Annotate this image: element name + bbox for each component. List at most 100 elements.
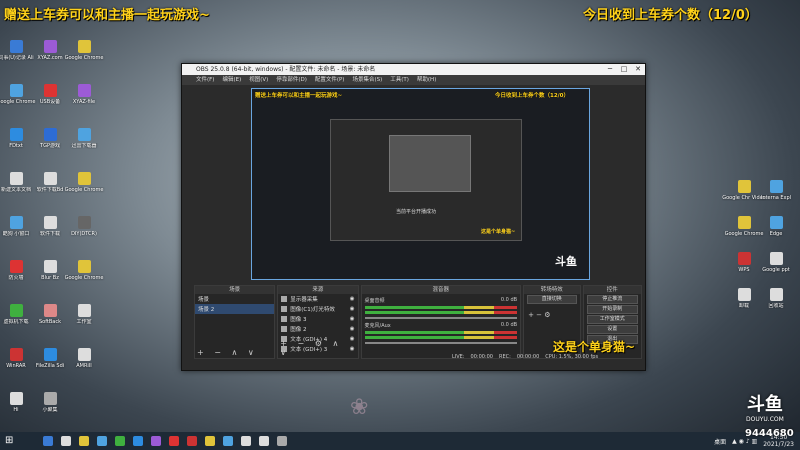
mixer-track-name: 麦克风/Aux (364, 323, 391, 329)
desktop-icon-label: Interna Expl (760, 195, 792, 201)
preview-left-title: 赠送上车券可以和主播一起玩游戏~ (255, 93, 343, 99)
scene-item[interactable]: 场景 2 (195, 304, 275, 314)
volume-slider[interactable] (364, 342, 518, 344)
menu-item[interactable]: 配置文件(P) (315, 75, 345, 85)
app-icon (77, 348, 91, 361)
eye-icon[interactable]: ◉ (350, 306, 355, 312)
source-label: 图像 3 (290, 317, 307, 323)
preview-nested-window (389, 135, 471, 192)
close-button[interactable]: ✕ (631, 64, 645, 75)
taskbar: ⊞ 桌面 ▲ ◉ ♪ ▥ 14:50 2021/7/23 (0, 432, 800, 450)
taskbar-app-icon[interactable] (169, 436, 179, 446)
taskbar-app-icon[interactable] (61, 436, 71, 446)
viewer-count: 9444680 (745, 428, 794, 439)
sources-dock: 来源 显示器采集 ◉ 图像(C1)灯光特效 ◉ 图像 3 ◉ 图像 2 ◉ 文本 (GDI+) … (277, 285, 359, 359)
desktop-icon[interactable]: Google Chrome (62, 40, 106, 61)
source-item[interactable]: 图像(C1)灯光特效 ◉ (278, 304, 357, 314)
volume-slider[interactable] (364, 317, 518, 319)
desktop-icon-label: 工作室 (76, 319, 92, 325)
app-icon (9, 216, 23, 229)
menu-item[interactable]: 工具(T) (390, 75, 409, 85)
desktop-icon[interactable]: 回收站 (754, 288, 798, 309)
taskbar-app-icon[interactable] (115, 436, 125, 446)
menu-item[interactable]: 视图(V) (249, 75, 268, 85)
start-icon[interactable]: ⊞ (5, 436, 15, 446)
sources-toolbar[interactable]: + − ⚙ ∧ ∨ (280, 339, 357, 357)
taskbar-app-icon[interactable] (187, 436, 197, 446)
obs-preview[interactable]: 赠送上车券可以和主播一起玩游戏~ 今日收到上车券个数（12/0） 当前平台开播成… (251, 88, 590, 280)
taskbar-app-icon[interactable] (259, 436, 269, 446)
desktop-icon[interactable]: 工作室 (62, 304, 106, 325)
app-icon (43, 128, 57, 141)
menu-item[interactable]: 编辑(E) (222, 75, 241, 85)
source-item[interactable]: 图像 3 ◉ (278, 314, 357, 324)
desktop-icon[interactable]: DIY(DTCR) (62, 216, 106, 237)
mixer-track: 桌面音频 0.0 dB (364, 297, 518, 319)
taskbar-app-icon[interactable] (241, 436, 251, 446)
taskbar-app-icon[interactable] (151, 436, 161, 446)
app-icon (43, 40, 57, 53)
tray-label[interactable]: 桌面 (714, 437, 726, 446)
scenes-dock: 场景 场景 场景 2 + − ∧ ∨ (194, 285, 276, 359)
preview-right-title: 今日收到上车券个数（12/0） (495, 93, 569, 99)
taskbar-app-icon[interactable] (79, 436, 89, 446)
app-icon (9, 392, 23, 405)
flower-watermark-icon: ❀ (350, 395, 369, 420)
obs-menubar: 文件(F) 编辑(E) 视图(V) 停靠部件(D) 配置文件(P) 场景集合(S) 工具(T… (182, 75, 645, 85)
app-icon (9, 172, 23, 185)
taskbar-app-icon[interactable] (133, 436, 143, 446)
transition-select[interactable]: 直接切换 (527, 295, 577, 304)
transitions-header: 转场特效 (524, 286, 580, 294)
source-item[interactable]: 显示器采集 ◉ (278, 294, 357, 304)
control-button[interactable]: 停止推流 (586, 295, 639, 304)
desktop-icon[interactable]: AMRiII (62, 348, 106, 369)
desktop-icon-label: Google Chrome (64, 275, 104, 281)
obs-window[interactable]: OBS 25.0.8 (64-bit, windows) - 配置文件: 未命名… (181, 63, 646, 371)
mixer-track-name: 桌面音频 (364, 298, 385, 304)
taskbar-app-icon[interactable] (43, 436, 53, 446)
desktop-icon[interactable]: Google Chrome (62, 172, 106, 193)
preview-logo: 斗鱼 (555, 255, 577, 268)
transition-toolbar[interactable]: + − ⚙ (524, 305, 579, 325)
taskbar-app-icon[interactable] (223, 436, 233, 446)
maximize-button[interactable]: □ (617, 64, 631, 75)
app-icon (9, 348, 23, 361)
overlay-right-title: 今日收到上车券个数（12/0） (583, 8, 758, 23)
control-button[interactable]: 开始录制 (586, 305, 639, 314)
app-icon (769, 216, 783, 229)
taskbar-app-icon[interactable] (277, 436, 287, 446)
desktop-icon[interactable]: Edge (754, 216, 798, 237)
menu-item[interactable]: 帮助(H) (417, 75, 436, 85)
volume-meter (364, 306, 518, 309)
eye-icon[interactable]: ◉ (350, 316, 355, 322)
desktop-icon[interactable]: XYAZ-file (62, 84, 106, 105)
taskbar-app-icon[interactable] (97, 436, 107, 446)
taskbar-app-icon[interactable] (205, 436, 215, 446)
control-button[interactable]: 设置 (586, 325, 639, 334)
desktop-icon[interactable]: 迅雷下载器 (62, 128, 106, 149)
app-icon (43, 172, 57, 185)
menu-item[interactable]: 停靠部件(D) (276, 75, 307, 85)
desktop-icon-label: Google Chrome (64, 187, 104, 193)
obs-title: OBS 25.0.8 (64-bit, windows) - 配置文件: 未命名… (196, 66, 376, 73)
desktop-icon-label: Google Chrome (64, 55, 104, 61)
desktop-icon[interactable]: Google ppt (754, 252, 798, 273)
menu-item[interactable]: 文件(F) (196, 75, 214, 85)
scenes-toolbar[interactable]: + − ∧ ∨ (197, 348, 258, 357)
app-icon (43, 304, 57, 317)
obs-titlebar[interactable]: OBS 25.0.8 (64-bit, windows) - 配置文件: 未命名… (182, 64, 645, 75)
desktop-icon[interactable]: Interna Expl (754, 180, 798, 201)
desktop-icon[interactable]: 小聚集 (28, 392, 72, 413)
app-icon (77, 172, 91, 185)
control-button[interactable]: 工作室模式 (586, 315, 639, 324)
volume-meter (364, 311, 518, 314)
scene-item[interactable]: 场景 (195, 294, 274, 304)
eye-icon[interactable]: ◉ (350, 296, 355, 302)
eye-icon[interactable]: ◉ (350, 326, 355, 332)
app-icon (43, 392, 57, 405)
app-icon (77, 216, 91, 229)
desktop-icon[interactable]: Google Chrome (62, 260, 106, 281)
menu-item[interactable]: 场景集合(S) (352, 75, 382, 85)
minimize-button[interactable]: ─ (603, 64, 617, 75)
source-item[interactable]: 图像 2 ◉ (278, 324, 357, 334)
